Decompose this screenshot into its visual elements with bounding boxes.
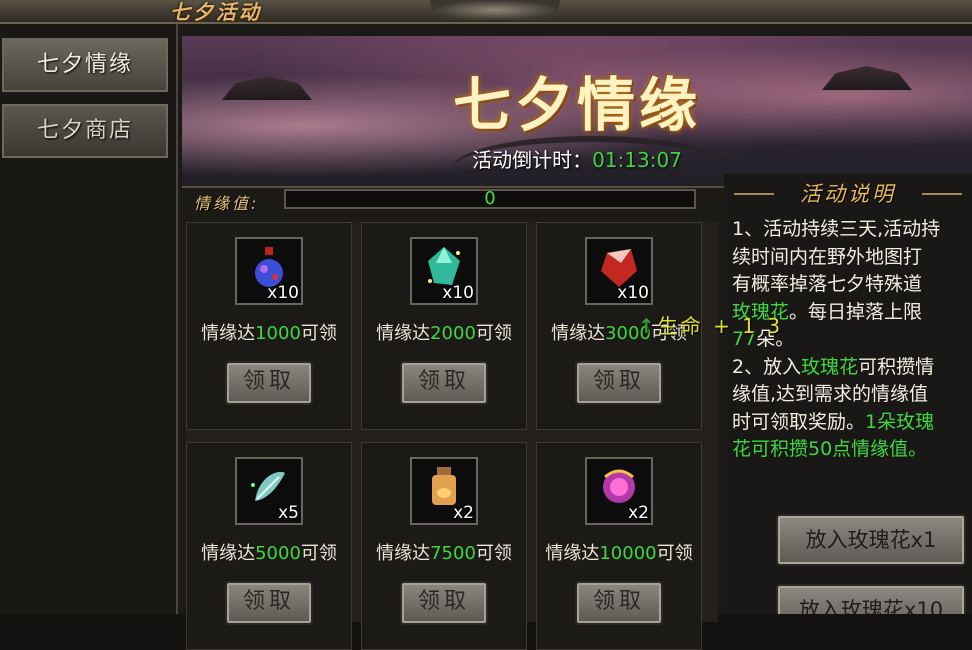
rules-line: 有概率掉落七夕特殊道 [732,273,923,295]
rules-title: 活动说明 [724,176,972,212]
countdown-label: 活动倒计时： [472,148,593,172]
put-rose-x10-button[interactable]: 放入玫瑰花x10 [776,584,966,614]
tab-qixi-romance[interactable]: 七夕情缘 [2,38,168,92]
rules-text: 1、活动持续三天,活动持 续时间内在野外地图打 有概率掉落七夕特殊道 玫瑰花 。每… [732,216,972,464]
claim-button[interactable]: 领取 [225,581,313,625]
rules-highlight: 玫瑰花 [801,355,859,378]
affinity-progress-bar: 0 [284,188,696,209]
rules-text-segment: 。每日掉落上限 [789,300,923,323]
rules-line: 2、放入玫瑰花可积攒情 [732,354,972,382]
claim-button[interactable]: 领取 [400,581,488,625]
requirement-value: 2000 [430,323,476,344]
sidebar: 七夕情缘 七夕商店 [0,24,178,614]
requirement-prefix: 情缘达 [551,323,606,344]
item-quantity: x2 [628,503,649,523]
rules-panel: 活动说明 1、活动持续三天,活动持 续时间内在野外地图打 有概率掉落七夕特殊道 … [724,174,972,614]
requirement-value: 5000 [255,543,301,564]
reward-requirement: 情缘达1000可领 [187,319,351,345]
reward-requirement: 情缘达5000可领 [187,539,351,565]
reward-cell: x2 情缘达10000可领 领取 [536,442,702,650]
countdown: 活动倒计时：01:13:07 [182,144,972,173]
reward-item[interactable]: x2 [585,457,653,525]
reward-item[interactable]: x10 [585,237,653,305]
item-quantity: x10 [617,283,649,303]
reward-cell: x2 情缘达7500可领 领取 [361,442,527,650]
item-quantity: x10 [442,283,474,303]
reward-item[interactable]: x2 [410,457,478,525]
requirement-suffix: 可领 [656,543,693,564]
reward-item[interactable]: x10 [410,237,478,305]
tab-qixi-shop[interactable]: 七夕商店 [2,104,168,158]
event-banner: 七夕情缘 活动倒计时：01:13:07 [182,36,972,188]
put-rose-x1-button[interactable]: 放入玫瑰花x1 [776,514,966,566]
rules-line: 时可领取奖励。1朵玫瑰 [732,409,972,437]
reward-requirement: 情缘达2000可领 [362,319,526,345]
reward-cell: x10 情缘达2000可领 领取 [361,222,527,430]
requirement-prefix: 情缘达 [376,543,431,564]
rules-line: 花可积攒50点情缘值。 [732,436,972,464]
rules-highlight: 花可积攒50点情缘值。 [732,438,928,460]
reward-requirement: 情缘达10000可领 [537,539,701,565]
requirement-prefix: 情缘达 [545,543,600,564]
rules-text-segment: 2、放入 [732,355,802,378]
requirement-suffix: 可领 [475,543,512,564]
claim-button[interactable]: 领取 [575,581,663,625]
reward-item[interactable]: x10 [235,237,303,305]
reward-requirement: 情缘达7500可领 [362,539,526,565]
up-arrow-icon: ↑ [638,314,658,338]
dragon-ornament-icon [430,0,560,20]
rules-highlight: 1朵玫瑰 [865,410,935,433]
reward-cell: x5 情缘达5000可领 领取 [186,442,352,650]
rules-line: 1、活动持续三天,活动持 [732,218,941,240]
requirement-prefix: 情缘达 [201,543,256,564]
banner-title: 七夕情缘 [452,71,701,139]
requirement-suffix: 可领 [300,323,337,344]
floating-text-value: 生命 + 1 3 [657,314,784,338]
claim-button[interactable]: 领取 [575,361,663,405]
affinity-label: 情缘值: [194,194,260,213]
item-quantity: x2 [453,503,474,523]
rules-line: 续时间内在野外地图打 [732,245,923,268]
requirement-suffix: 可领 [475,323,512,344]
main-panel: 七夕情缘 活动倒计时：01:13:07 情缘值: 0 x10 情缘达1000可领… [178,24,972,650]
requirement-value: 1000 [255,323,301,344]
requirement-value: 10000 [599,543,657,564]
requirement-suffix: 可领 [300,543,337,564]
claim-button[interactable]: 领取 [400,361,488,405]
item-quantity: x10 [267,283,299,303]
rules-text-segment: 可积攒情 [858,355,935,378]
affinity-value: 0 [484,188,496,209]
window-title-bar: 七夕活动 [0,0,972,24]
claim-button[interactable]: 领取 [225,361,313,405]
rules-text-segment: 时可领取奖励。 [732,410,866,433]
rules-line: 缘值,达到需求的情缘值 [732,383,929,405]
window-title: 七夕活动 [170,0,262,24]
requirement-prefix: 情缘达 [201,323,256,344]
reward-grid: x10 情缘达1000可领 领取 x10 情缘达2000可领 领取 x10 情缘… [186,222,718,650]
countdown-value: 01:13:07 [592,148,682,172]
requirement-prefix: 情缘达 [376,323,431,344]
reward-cell: x10 情缘达1000可领 领取 [186,222,352,430]
item-quantity: x5 [278,503,299,523]
reward-item[interactable]: x5 [235,457,303,525]
requirement-value: 7500 [430,543,476,564]
floating-heal-text: ↑生命 + 1 3 [638,310,783,339]
